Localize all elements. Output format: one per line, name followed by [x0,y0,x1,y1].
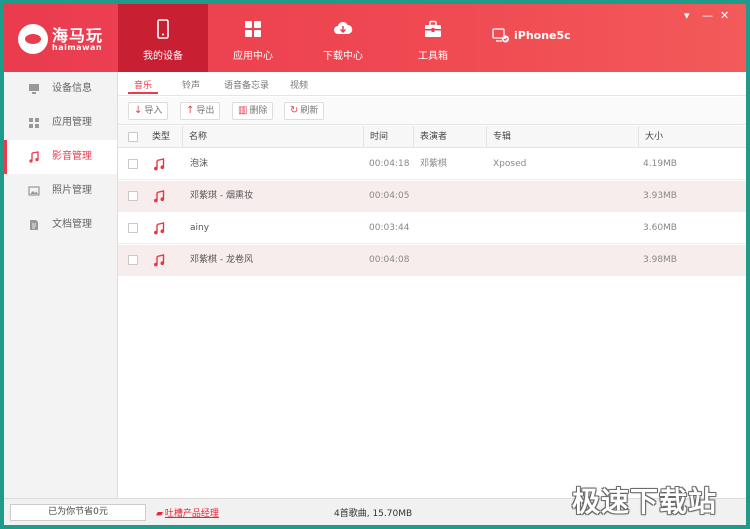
music-note-icon [154,190,165,203]
nav-tab-download-center[interactable]: 下载中心 [298,4,388,72]
sidebar-item-label: 应用管理 [52,117,92,128]
feedback-link[interactable]: ▰ 吐槽产品经理 [156,506,219,519]
subtab-voice-memo[interactable]: 语音备忘录 [224,78,269,91]
sidebar-item-label: 文档管理 [52,219,92,230]
row-checkbox[interactable] [128,159,138,169]
nav-tab-label: 应用中心 [233,51,273,62]
table-row[interactable]: 泡沫 00:04:18 邓紫棋 Xposed 4.19MB [118,149,746,180]
row-time: 00:04:08 [369,255,410,265]
row-time: 00:04:05 [369,191,410,201]
nav-tab-label: 我的设备 [143,51,183,62]
row-size: 3.60MB [643,223,677,233]
table-row[interactable]: 邓紫琪 - 烟熏妆 00:04:05 3.93MB [118,181,746,212]
toolbar: ↓ 导入 ↑ 导出 ▥ 删除 ↻ 刷新 [118,97,746,125]
minimize-button[interactable]: — [702,10,713,21]
column-album[interactable]: 专辑 [486,126,511,148]
column-name[interactable]: 名称 [182,126,207,148]
refresh-label: 刷新 [300,106,319,116]
document-icon [30,220,38,230]
sidebar-item-app-manage[interactable]: 应用管理 [4,106,117,140]
row-size: 3.93MB [643,191,677,201]
row-checkbox[interactable] [128,255,138,265]
watermark: 极速下载站 [572,485,718,518]
savings-indicator: 已为你节省0元 [10,504,146,521]
refresh-button[interactable]: ↻ 刷新 [284,102,325,120]
sidebar-item-device-info[interactable]: 设备信息 [4,72,117,106]
row-name: 邓紫棋 - 龙卷风 [190,255,253,265]
nav-tab-toolbox[interactable]: 工具箱 [388,4,478,72]
row-time: 00:03:44 [369,223,410,233]
row-checkbox[interactable] [128,191,138,201]
logo-subtext: haimawan [52,43,103,52]
header-bar: 海马玩 haimawan 我的设备 应用中心 下载中心 工具箱 iPhone5c… [4,4,746,72]
logo-badge-icon [18,24,48,54]
speech-bubble-icon: ▰ [156,509,163,519]
song-summary: 4首歌曲, 15.70MB [334,509,413,519]
toolbox-icon [425,20,441,37]
connected-device[interactable]: iPhone5c [492,28,571,44]
device-name: iPhone5c [514,29,571,42]
app-logo: 海马玩 haimawan [18,22,118,58]
sidebar: 设备信息 应用管理 影音管理 照片管理 文档管理 [4,72,118,498]
delete-button[interactable]: ▥ 删除 [232,102,274,120]
subtab-ringtone[interactable]: 铃声 [182,78,200,91]
main-panel: 音乐 铃声 语音备忘录 视频 ↓ 导入 ↑ 导出 ▥ 删除 ↻ 刷新 类型 名称 时间 … [118,72,746,498]
table-header: 类型 名称 时间 表演者 专辑 大小 [118,126,746,148]
export-label: 导出 [196,106,215,116]
row-album: Xposed [493,159,527,169]
media-subtabs: 音乐 铃声 语音备忘录 视频 [118,72,746,96]
sidebar-item-label: 设备信息 [52,83,92,94]
subtab-music[interactable]: 音乐 [127,78,159,94]
arrow-down-icon: ↓ [134,105,143,116]
monitor-icon [29,84,39,94]
nav-tab-app-center[interactable]: 应用中心 [208,4,298,72]
delete-label: 删除 [249,106,268,116]
music-note-icon [154,158,165,171]
sidebar-item-label: 影音管理 [52,151,92,162]
arrow-up-icon: ↑ [186,105,195,116]
row-name: 泡沫 [190,159,209,169]
grid-icon [29,118,39,128]
app-window: 海马玩 haimawan 我的设备 应用中心 下载中心 工具箱 iPhone5c… [4,4,746,525]
sidebar-item-media-manage[interactable]: 影音管理 [4,140,117,174]
device-connected-icon [492,28,509,43]
import-label: 导入 [144,106,163,116]
menu-dropdown-button[interactable]: ▾ [684,10,690,21]
row-name: 邓紫琪 - 烟熏妆 [190,191,253,201]
nav-tab-label: 下载中心 [323,51,363,62]
row-size: 3.98MB [643,255,677,265]
row-name: ainy [190,223,210,233]
sidebar-item-label: 照片管理 [52,185,92,196]
music-note-icon [154,254,165,267]
row-size: 4.19MB [643,159,677,169]
music-note-icon [154,222,165,235]
column-size[interactable]: 大小 [638,126,663,148]
export-button[interactable]: ↑ 导出 [180,102,221,120]
import-button[interactable]: ↓ 导入 [128,102,169,120]
table-row[interactable]: 邓紫棋 - 龙卷风 00:04:08 3.98MB [118,245,746,276]
phone-icon [157,19,169,39]
row-time: 00:04:18 [369,159,410,169]
apps-grid-icon [245,21,261,37]
music-note-icon [29,151,39,163]
select-all-checkbox[interactable] [128,132,138,142]
picture-icon [28,186,40,196]
trash-icon: ▥ [238,105,248,116]
nav-tab-my-device[interactable]: 我的设备 [118,4,208,72]
subtab-video[interactable]: 视频 [290,78,308,91]
row-checkbox[interactable] [128,223,138,233]
feedback-label: 吐槽产品经理 [164,509,219,519]
sidebar-item-document-manage[interactable]: 文档管理 [4,208,117,242]
row-artist: 邓紫棋 [420,159,448,169]
column-time[interactable]: 时间 [363,126,388,148]
cloud-download-icon [334,21,353,34]
column-type[interactable]: 类型 [146,126,170,148]
table-row[interactable]: ainy 00:03:44 3.60MB [118,213,746,244]
refresh-icon: ↻ [290,105,299,116]
sidebar-item-photo-manage[interactable]: 照片管理 [4,174,117,208]
column-artist[interactable]: 表演者 [413,126,447,148]
nav-tab-label: 工具箱 [418,51,448,62]
close-button[interactable]: ✕ [720,10,729,21]
